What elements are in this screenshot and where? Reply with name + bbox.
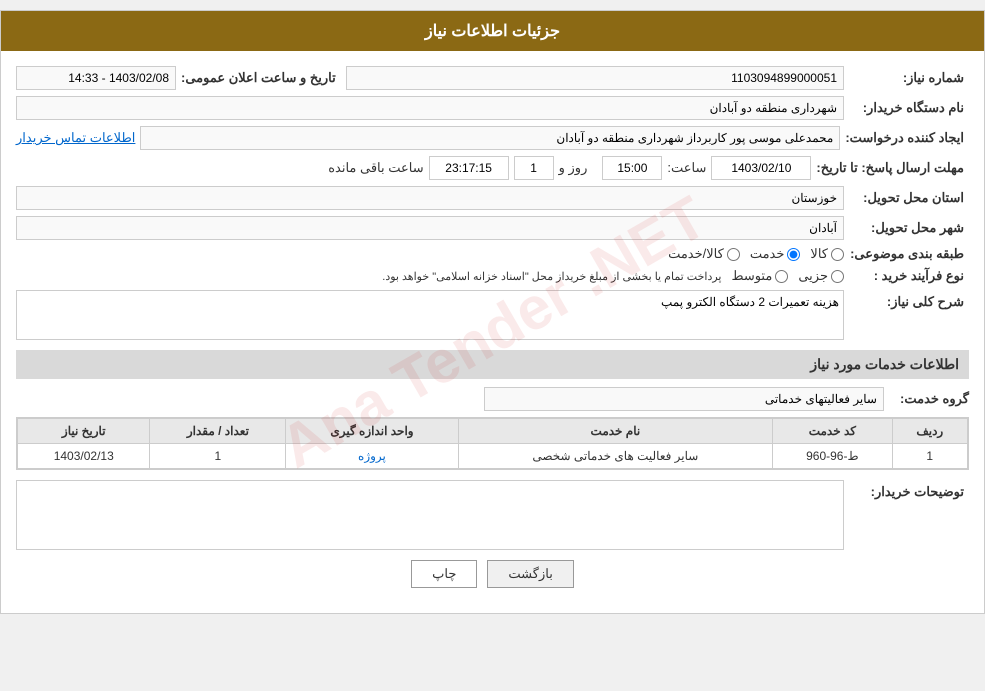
radio-jozvi-text: جزیی xyxy=(798,268,828,284)
cell-vahed: پروژه xyxy=(286,444,458,469)
radio-motovaset-label[interactable]: متوسط xyxy=(731,268,788,284)
radio-kala-label[interactable]: کالا xyxy=(810,246,844,262)
radio-jozvi[interactable] xyxy=(831,270,844,283)
cell-radif: 1 xyxy=(892,444,967,469)
ijad-konande-label: ایجاد کننده درخواست: xyxy=(845,130,969,146)
mohlat-date-input[interactable] xyxy=(711,156,811,180)
services-table-wrapper: ردیف کد خدمت نام خدمت واحد اندازه گیری ت… xyxy=(16,417,969,470)
radio-khedmat-text: خدمت xyxy=(750,246,785,262)
shomara-label: شماره نیاز: xyxy=(849,70,969,86)
radio-kala-khedmat[interactable] xyxy=(727,248,740,261)
radio-khedmat[interactable] xyxy=(787,248,800,261)
col-kod: کد خدمت xyxy=(773,419,892,444)
sharh-textarea[interactable] xyxy=(16,290,844,340)
radio-motovaset-text: متوسط xyxy=(731,268,772,284)
radio-kala-khedmat-label[interactable]: کالا/خدمت xyxy=(668,246,740,262)
radio-kala-text: کالا xyxy=(810,246,828,262)
nooe-farayand-label: نوع فرآیند خرید : xyxy=(849,268,969,284)
radio-motovaset[interactable] xyxy=(775,270,788,283)
col-tedad: تعداد / مقدار xyxy=(150,419,286,444)
col-vahed: واحد اندازه گیری xyxy=(286,419,458,444)
cell-tedad: 1 xyxy=(150,444,286,469)
mohlat-saat-mande-label: ساعت باقی مانده xyxy=(328,160,423,176)
page-title: جزئیات اطلاعات نیاز xyxy=(1,11,984,51)
grooh-input xyxy=(484,387,884,411)
radio-kala-khedmat-text: کالا/خدمت xyxy=(668,246,724,262)
tarikh-label: تاریخ و ساعت اعلان عمومی: xyxy=(181,70,341,86)
col-radif: ردیف xyxy=(892,419,967,444)
mohlat-roz-input[interactable] xyxy=(514,156,554,180)
mohlat-label: مهلت ارسال پاسخ: تا تاریخ: xyxy=(816,160,969,176)
table-row: 1 ط-96-960 سایر فعالیت های خدماتی شخصی پ… xyxy=(18,444,968,469)
tabagheh-radio-group: کالا خدمت کالا/خدمت xyxy=(16,246,844,262)
button-row: بازگشت چاپ xyxy=(16,560,969,598)
ostan-input xyxy=(16,186,844,210)
col-tarikh: تاریخ نیاز xyxy=(18,419,150,444)
ostan-label: استان محل تحویل: xyxy=(849,190,969,206)
cell-kod: ط-96-960 xyxy=(773,444,892,469)
sharh-label: شرح کلی نیاز: xyxy=(849,290,969,310)
tabagheh-label: طبقه بندی موضوعی: xyxy=(849,246,969,262)
tarikh-input[interactable] xyxy=(16,66,176,90)
info-khadamat-title: اطلاعات خدمات مورد نیاز xyxy=(16,350,969,379)
cell-naam: سایر فعالیت های خدماتی شخصی xyxy=(458,444,773,469)
contact-info-link[interactable]: اطلاعات تماس خریدار xyxy=(16,130,135,146)
ijad-konande-input xyxy=(140,126,840,150)
nooe-farayand-radio-group: جزیی متوسط پرداخت تمام یا بخشی از مبلغ خ… xyxy=(16,268,844,284)
tawzihat-textarea[interactable] xyxy=(16,480,844,550)
shahr-label: شهر محل تحویل: xyxy=(849,220,969,236)
cell-tarikh: 1403/02/13 xyxy=(18,444,150,469)
mohlat-saat-label: ساعت: xyxy=(667,160,706,176)
nam-dastgah-input[interactable] xyxy=(16,96,844,120)
shahr-input xyxy=(16,216,844,240)
tawzihat-label: توضیحات خریدار: xyxy=(849,480,969,500)
grooh-label: گروه خدمت: xyxy=(889,391,969,407)
radio-khedmat-label[interactable]: خدمت xyxy=(750,246,801,262)
print-button[interactable]: چاپ xyxy=(411,560,477,588)
mohlat-saat-input[interactable] xyxy=(602,156,662,180)
radio-jozvi-label[interactable]: جزیی xyxy=(798,268,844,284)
nooe-farayand-desc: پرداخت تمام یا بخشی از مبلغ خریداز محل "… xyxy=(382,270,721,283)
shomara-input[interactable] xyxy=(346,66,844,90)
mohlat-saat-mande-input xyxy=(429,156,509,180)
nam-dastgah-label: نام دستگاه خریدار: xyxy=(849,100,969,116)
mohlat-roz-label: روز و xyxy=(559,160,588,176)
col-naam: نام خدمت xyxy=(458,419,773,444)
back-button[interactable]: بازگشت xyxy=(487,560,573,588)
services-table: ردیف کد خدمت نام خدمت واحد اندازه گیری ت… xyxy=(17,418,968,469)
radio-kala[interactable] xyxy=(831,248,844,261)
